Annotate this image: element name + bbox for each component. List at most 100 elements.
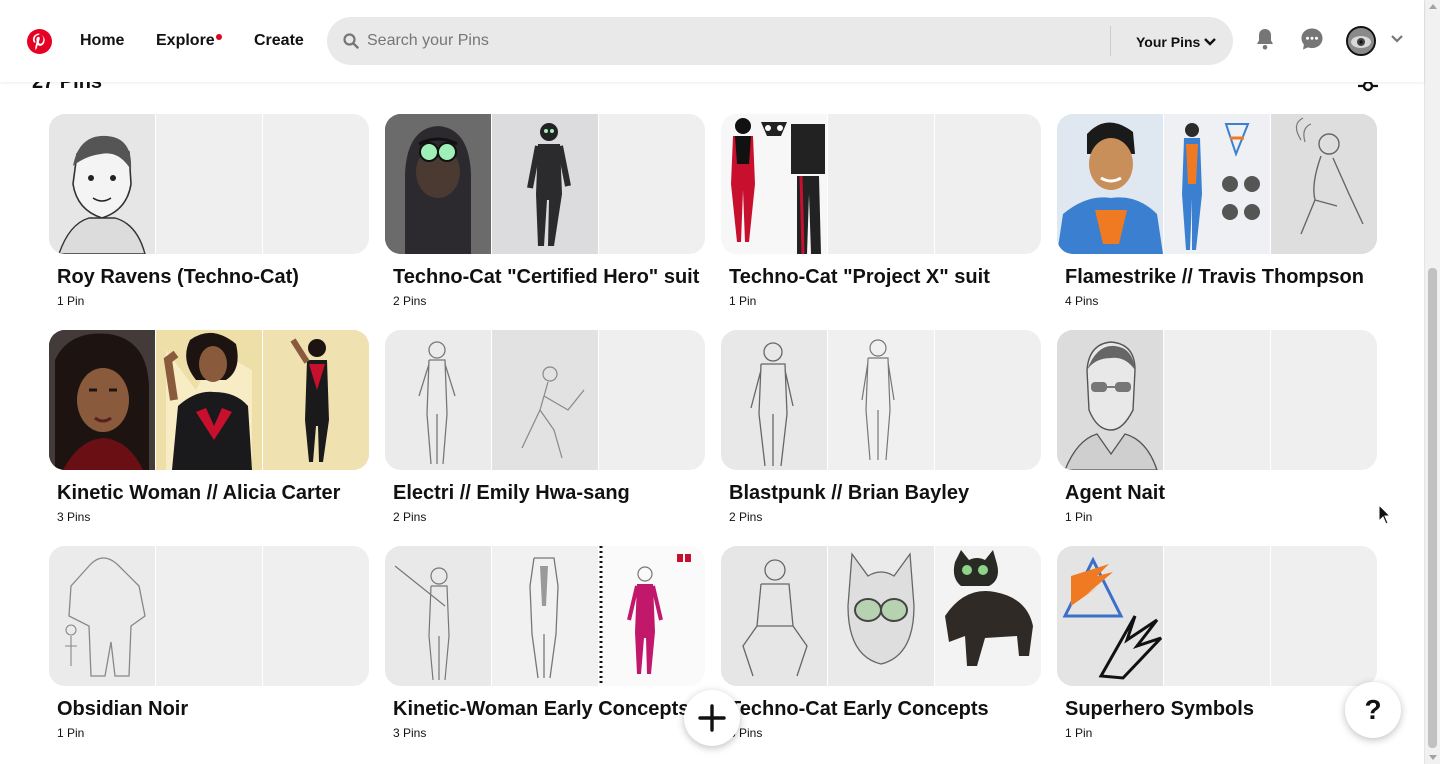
board-cover[interactable]	[49, 546, 369, 686]
help-button[interactable]: ?	[1345, 682, 1401, 738]
notification-dot	[216, 34, 222, 40]
nav-explore-link[interactable]: Explore	[156, 32, 215, 50]
pin-thumbnail	[263, 330, 369, 470]
empty-pin-slot	[263, 114, 369, 254]
empty-pin-slot	[599, 114, 705, 254]
board-title[interactable]: Agent Nait	[1065, 482, 1165, 505]
empty-pin-slot	[935, 114, 1041, 254]
board-pin-count: 1 Pin	[57, 294, 85, 308]
board-title[interactable]: Techno-Cat Early Concepts	[729, 698, 989, 721]
board-card[interactable]: Kinetic Woman // Alicia Carter 3 Pins	[49, 330, 369, 530]
pin-thumbnail	[828, 546, 934, 686]
board-card[interactable]: Superhero Symbols 1 Pin	[1057, 546, 1377, 746]
avatar[interactable]	[1346, 26, 1376, 56]
board-card[interactable]: Electri // Emily Hwa-sang 2 Pins	[385, 330, 705, 530]
pin-thumbnail	[721, 114, 827, 254]
search-icon	[343, 33, 359, 49]
search-bar[interactable]: Your Pins	[327, 17, 1233, 65]
empty-pin-slot	[828, 114, 934, 254]
empty-pin-slot	[935, 330, 1041, 470]
pin-thumbnail	[1271, 114, 1377, 254]
chevron-down-icon[interactable]	[1204, 37, 1216, 47]
pin-thumbnail	[49, 546, 155, 686]
top-navigation-bar: Home Explore Create Your Pins	[0, 0, 1424, 82]
board-pin-count: 1 Pin	[1065, 510, 1093, 524]
board-cover[interactable]	[49, 114, 369, 254]
search-divider	[1110, 26, 1111, 56]
empty-pin-slot	[1271, 330, 1377, 470]
search-input[interactable]	[367, 17, 1067, 65]
scroll-up-arrow-icon[interactable]	[1429, 4, 1437, 9]
pin-thumbnail	[599, 546, 705, 686]
board-pin-count: 1 Pin	[729, 294, 757, 308]
chat-icon[interactable]	[1300, 27, 1324, 51]
page-scrollbar[interactable]	[1424, 0, 1440, 764]
board-title[interactable]: Blastpunk // Brian Bayley	[729, 482, 969, 505]
pin-thumbnail	[1057, 114, 1163, 254]
account-chevron-down-icon[interactable]	[1390, 34, 1404, 44]
board-title[interactable]: Obsidian Noir	[57, 698, 188, 721]
board-title[interactable]: Roy Ravens (Techno-Cat)	[57, 266, 299, 289]
board-cover[interactable]	[385, 546, 705, 686]
scroll-thumb[interactable]	[1428, 268, 1437, 748]
board-pin-count: 1 Pin	[57, 726, 85, 740]
board-card[interactable]: Flamestrike // Travis Thompson 4 Pins	[1057, 114, 1377, 314]
plus-icon	[698, 704, 726, 732]
pin-thumbnail	[49, 114, 155, 254]
pin-thumbnail	[492, 114, 598, 254]
pin-thumbnail	[721, 330, 827, 470]
pin-thumbnail	[492, 546, 598, 686]
board-cover[interactable]	[385, 330, 705, 470]
board-card[interactable]: Roy Ravens (Techno-Cat) 1 Pin	[49, 114, 369, 314]
nav-home-link[interactable]: Home	[80, 32, 124, 50]
pin-thumbnail	[385, 114, 491, 254]
board-pin-count: 3 Pins	[393, 726, 427, 740]
board-cover[interactable]	[1057, 546, 1377, 686]
board-cover[interactable]	[1057, 330, 1377, 470]
board-cover[interactable]	[1057, 114, 1377, 254]
board-title[interactable]: Superhero Symbols	[1065, 698, 1254, 721]
board-title[interactable]: Electri // Emily Hwa-sang	[393, 482, 630, 505]
board-pin-count: 1 Pin	[1065, 726, 1093, 740]
pin-thumbnail	[1057, 330, 1163, 470]
board-card[interactable]: Blastpunk // Brian Bayley 2 Pins	[721, 330, 1041, 530]
board-pin-count: 2 Pins	[393, 510, 427, 524]
board-cover[interactable]	[385, 114, 705, 254]
board-title[interactable]: Techno-Cat "Project X" suit	[729, 266, 990, 289]
bell-icon[interactable]	[1253, 27, 1277, 51]
empty-pin-slot	[1164, 546, 1270, 686]
board-card[interactable]: Techno-Cat Early Concepts 3 Pins	[721, 546, 1041, 746]
board-cover[interactable]	[721, 330, 1041, 470]
board-cover[interactable]	[721, 114, 1041, 254]
board-card[interactable]: Kinetic-Woman Early Concepts 3 Pins	[385, 546, 705, 746]
pin-thumbnail	[721, 546, 827, 686]
board-pin-count: 4 Pins	[1065, 294, 1099, 308]
empty-pin-slot	[599, 330, 705, 470]
pin-thumbnail	[828, 330, 934, 470]
nav-create-link[interactable]: Create	[254, 32, 304, 50]
board-card[interactable]: Obsidian Noir 1 Pin	[49, 546, 369, 746]
board-pin-count: 2 Pins	[729, 510, 763, 524]
pin-thumbnail	[1164, 114, 1270, 254]
your-pins-dropdown[interactable]: Your Pins	[1136, 34, 1200, 50]
board-cover[interactable]	[49, 330, 369, 470]
empty-pin-slot	[263, 546, 369, 686]
pinterest-logo-icon[interactable]	[27, 29, 52, 54]
add-pin-button[interactable]	[684, 690, 740, 746]
pin-thumbnail	[935, 546, 1041, 686]
pin-thumbnail	[49, 330, 155, 470]
empty-pin-slot	[1164, 330, 1270, 470]
pin-thumbnail	[492, 330, 598, 470]
board-card[interactable]: Agent Nait 1 Pin	[1057, 330, 1377, 530]
board-cover[interactable]	[721, 546, 1041, 686]
scroll-down-arrow-icon[interactable]	[1429, 755, 1437, 760]
mouse-cursor-icon	[1378, 504, 1392, 525]
empty-pin-slot	[156, 114, 262, 254]
board-card[interactable]: Techno-Cat "Project X" suit 1 Pin	[721, 114, 1041, 314]
board-title[interactable]: Flamestrike // Travis Thompson	[1065, 266, 1364, 289]
board-title[interactable]: Kinetic-Woman Early Concepts	[393, 698, 689, 721]
board-title[interactable]: Techno-Cat "Certified Hero" suit	[393, 266, 699, 289]
board-card[interactable]: Techno-Cat "Certified Hero" suit 2 Pins	[385, 114, 705, 314]
board-title[interactable]: Kinetic Woman // Alicia Carter	[57, 482, 340, 505]
board-pin-count: 2 Pins	[393, 294, 427, 308]
